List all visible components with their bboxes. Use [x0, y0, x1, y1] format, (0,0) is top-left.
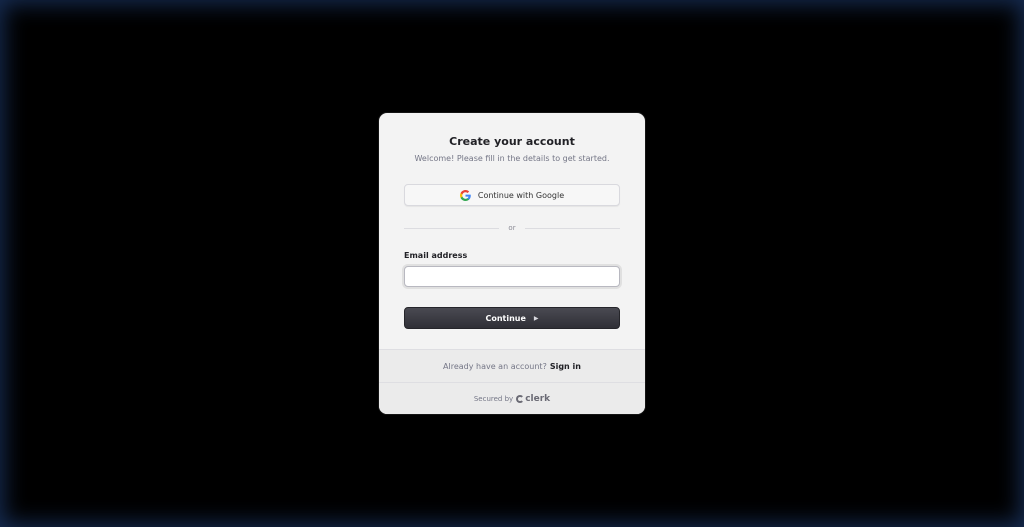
card-subtitle: Welcome! Please fill in the details to g…	[414, 154, 610, 163]
card-footer: Already have an account? Sign in Secured…	[379, 349, 645, 414]
card-title: Create your account	[449, 135, 575, 148]
google-icon	[459, 189, 471, 201]
continue-button[interactable]: Continue ▶	[404, 307, 620, 329]
divider-line-left	[404, 227, 500, 229]
signin-link[interactable]: Sign in	[550, 362, 581, 371]
secured-by-label: Secured by	[473, 395, 514, 403]
or-divider: or	[404, 223, 621, 233]
email-label: Email address	[404, 251, 468, 260]
secured-by-row: Secured by clerk	[379, 383, 645, 414]
divider-label: or	[508, 224, 516, 232]
divider-line-right	[524, 227, 621, 229]
caret-right-icon: ▶	[533, 314, 539, 322]
continue-button-label: Continue	[485, 313, 526, 323]
signin-row: Already have an account? Sign in	[379, 350, 645, 383]
clerk-logo[interactable]: clerk	[516, 394, 550, 404]
clerk-brand-text: clerk	[525, 394, 551, 404]
google-button-label: Continue with Google	[477, 190, 565, 200]
email-field[interactable]	[404, 266, 620, 287]
clerk-mark-icon	[516, 395, 525, 403]
signup-card: Create your account Welcome! Please fill…	[379, 113, 645, 414]
continue-with-google-button[interactable]: Continue with Google	[404, 184, 620, 206]
signin-prompt: Already have an account?	[443, 361, 547, 371]
signup-form: Create your account Welcome! Please fill…	[379, 113, 645, 349]
